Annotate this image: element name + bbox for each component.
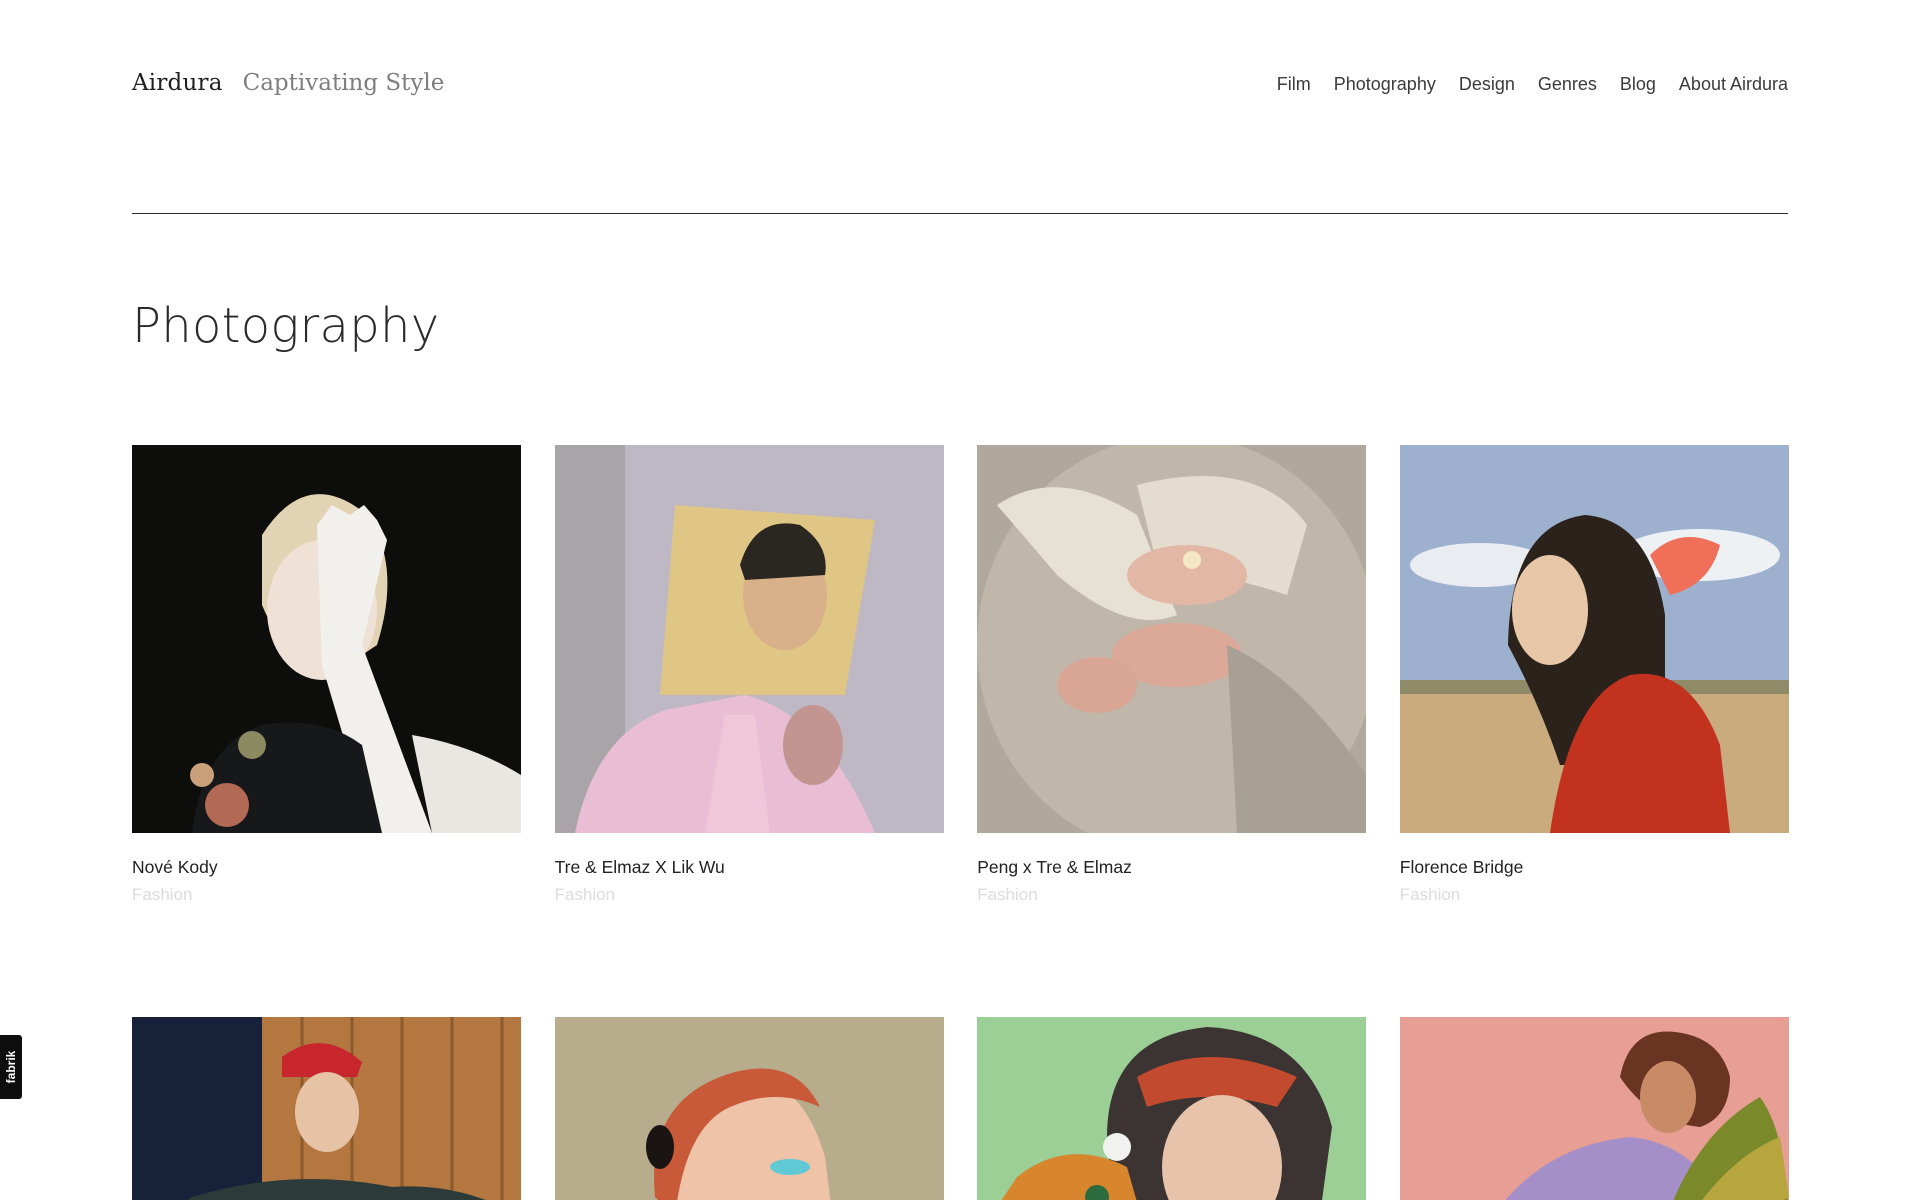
portrait-photo-1 bbox=[132, 445, 521, 833]
site-name[interactable]: Airdura bbox=[132, 70, 223, 96]
page-title: Photography bbox=[132, 298, 440, 354]
main-nav: Film Photography Design Genres Blog Abou… bbox=[1277, 74, 1788, 95]
site-tagline: Captivating Style bbox=[242, 70, 445, 96]
portrait-photo-8 bbox=[1399, 1017, 1789, 1200]
nav-item-design[interactable]: Design bbox=[1459, 74, 1515, 95]
fabrik-badge[interactable]: fabrik bbox=[0, 1035, 22, 1099]
project-category: Fashion bbox=[1399, 885, 1461, 904]
project-category: Fashion bbox=[132, 885, 193, 904]
project-card[interactable]: Florence Bridge Fashion bbox=[1399, 445, 1789, 1017]
nav-item-film[interactable]: Film bbox=[1277, 74, 1311, 95]
project-thumbnail[interactable] bbox=[554, 445, 944, 833]
nav-item-photography[interactable]: Photography bbox=[1334, 74, 1436, 95]
project-thumbnail[interactable] bbox=[1399, 1017, 1789, 1200]
project-card[interactable]: Nové Kody Fashion bbox=[132, 445, 521, 1017]
project-title[interactable]: Nové Kody bbox=[132, 857, 521, 878]
project-card[interactable] bbox=[1399, 1017, 1789, 1200]
portrait-photo-6 bbox=[554, 1017, 944, 1200]
project-card[interactable]: Tre & Elmaz X Lik Wu Fashion bbox=[554, 445, 944, 1017]
project-card[interactable] bbox=[132, 1017, 521, 1200]
project-thumbnail[interactable] bbox=[977, 445, 1367, 833]
project-title[interactable]: Florence Bridge bbox=[1400, 857, 1789, 878]
project-thumbnail[interactable] bbox=[1399, 445, 1789, 833]
portrait-photo-5 bbox=[132, 1017, 521, 1200]
project-thumbnail[interactable] bbox=[554, 1017, 944, 1200]
project-card[interactable]: Peng x Tre & Elmaz Fashion bbox=[977, 445, 1367, 1017]
portrait-photo-2 bbox=[554, 445, 944, 833]
portrait-photo-4 bbox=[1399, 445, 1789, 833]
site-header: Airdura Captivating Style Film Photograph… bbox=[132, 60, 1788, 110]
portrait-photo-7 bbox=[977, 1017, 1367, 1200]
nav-item-genres[interactable]: Genres bbox=[1538, 74, 1597, 95]
project-category: Fashion bbox=[554, 885, 616, 904]
project-grid: Nové Kody Fashion Tre & Elmaz X Lik Wu F… bbox=[132, 445, 1789, 1200]
brand[interactable]: Airdura Captivating Style bbox=[132, 70, 444, 96]
project-thumbnail[interactable] bbox=[132, 445, 521, 833]
project-title[interactable]: Tre & Elmaz X Lik Wu bbox=[555, 857, 944, 878]
project-card[interactable] bbox=[977, 1017, 1367, 1200]
project-thumbnail[interactable] bbox=[132, 1017, 521, 1200]
project-thumbnail[interactable] bbox=[977, 1017, 1367, 1200]
nav-item-about[interactable]: About Airdura bbox=[1679, 74, 1788, 95]
project-title[interactable]: Peng x Tre & Elmaz bbox=[977, 857, 1366, 878]
header-divider bbox=[132, 213, 1788, 214]
nav-item-blog[interactable]: Blog bbox=[1620, 74, 1656, 95]
portrait-photo-3 bbox=[977, 445, 1367, 833]
project-category: Fashion bbox=[977, 885, 1038, 904]
project-card[interactable] bbox=[554, 1017, 944, 1200]
fabrik-badge-label: fabrik bbox=[4, 1050, 18, 1084]
